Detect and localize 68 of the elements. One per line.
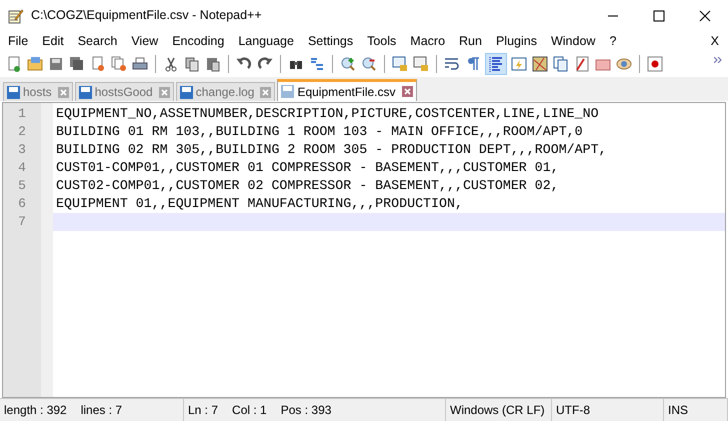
menu-item[interactable]: Settings bbox=[300, 32, 360, 50]
record-icon[interactable] bbox=[647, 56, 663, 72]
status-text: Pos : 393 bbox=[280, 402, 332, 419]
menu-item[interactable]: Language bbox=[231, 32, 301, 50]
code-line: EQUIPMENT_NO,ASSETNUMBER,DESCRIPTION,PICTURE,COSTCENTER,LINE,LINE_NO bbox=[55, 105, 600, 123]
code-line: BUILDING 01 RM 103,,BUILDING 1 ROOM 103 - MAIN OFFICE,,,ROOM/APT,0 bbox=[55, 123, 584, 141]
status-text: INS bbox=[668, 402, 688, 419]
code-line: EQUIPMENT 01,,EQUIPMENT MANUFACTURING,,,PRODUCTION, bbox=[55, 195, 464, 213]
close-icon[interactable] bbox=[699, 10, 711, 22]
line-number: 1 bbox=[18, 105, 26, 124]
menu-item[interactable]: ? bbox=[602, 32, 624, 50]
menu-item[interactable]: Encoding bbox=[165, 32, 232, 50]
window-title: C:\COGZ\EquipmentFile.csv - Notepad++ bbox=[31, 7, 262, 24]
undo-icon[interactable] bbox=[236, 56, 252, 72]
file-tab[interactable]: hostsGood bbox=[74, 82, 174, 101]
menu-item[interactable]: Window bbox=[544, 32, 602, 50]
zoom-out-icon[interactable] bbox=[361, 56, 377, 72]
eye-icon[interactable] bbox=[616, 56, 632, 72]
redo-icon[interactable] bbox=[257, 56, 273, 72]
file-tab[interactable]: hosts bbox=[3, 82, 73, 101]
new-file-icon[interactable] bbox=[6, 56, 22, 72]
menu-item[interactable]: Plugins bbox=[488, 32, 544, 50]
menu-item[interactable]: Macro bbox=[403, 32, 452, 50]
line-number: 2 bbox=[18, 123, 26, 142]
printer-icon[interactable] bbox=[132, 56, 148, 72]
maximize-icon[interactable] bbox=[653, 10, 665, 22]
function-list-icon[interactable] bbox=[574, 56, 590, 72]
menu-item[interactable]: Tools bbox=[360, 32, 404, 50]
line-number: 5 bbox=[18, 177, 26, 196]
zoom-in-icon[interactable] bbox=[340, 56, 356, 72]
save-all-icon[interactable] bbox=[69, 56, 85, 72]
line-number: 3 bbox=[18, 141, 26, 160]
window-lock-icon[interactable] bbox=[392, 56, 408, 72]
documents-icon[interactable] bbox=[553, 56, 569, 72]
file-tab[interactable]: EquipmentFile.csv bbox=[277, 79, 416, 101]
file-tab[interactable]: change.log bbox=[176, 82, 276, 101]
status-text: length : 392 bbox=[4, 402, 67, 419]
more-icon[interactable] bbox=[714, 57, 722, 63]
status-text: Ln : 7 bbox=[188, 402, 218, 419]
code-line: CUST01-COMP01,,CUSTOMER 01 COMPRESSOR - BASEMENT,,,CUSTOMER 01, bbox=[55, 159, 560, 177]
status-text: Windows (CR LF) bbox=[450, 402, 545, 419]
copy-icon[interactable] bbox=[184, 56, 200, 72]
status-text: lines : 7 bbox=[80, 402, 122, 419]
save-icon[interactable] bbox=[48, 56, 64, 72]
indent-guide-button[interactable] bbox=[485, 53, 507, 75]
line-number: 4 bbox=[18, 159, 26, 178]
wrap-icon[interactable] bbox=[444, 56, 460, 72]
menu-item[interactable]: Run bbox=[452, 32, 489, 50]
close-all-icon[interactable] bbox=[111, 56, 127, 72]
status-text: UTF-8 bbox=[556, 402, 590, 419]
window-lightning-icon[interactable] bbox=[511, 56, 527, 72]
menu-item[interactable]: Edit bbox=[35, 32, 71, 50]
close-document-button[interactable]: X bbox=[710, 32, 720, 50]
code-line: BUILDING 02 RM 305,,BUILDING 2 ROOM 305 - PRODUCTION DEPT,,,ROOM/APT, bbox=[55, 141, 608, 159]
pilcrow-icon[interactable] bbox=[465, 56, 481, 72]
line-number: 7 bbox=[18, 213, 26, 232]
close-tab-icon[interactable] bbox=[402, 86, 412, 97]
notepad-icon bbox=[8, 8, 24, 24]
menu-item[interactable]: View bbox=[124, 32, 166, 50]
status-text: Col : 1 bbox=[232, 402, 267, 419]
close-file-icon[interactable] bbox=[90, 56, 106, 72]
menu-item[interactable]: Search bbox=[70, 32, 124, 50]
scissors-icon[interactable] bbox=[163, 56, 179, 72]
paste-icon[interactable] bbox=[205, 56, 221, 72]
window-lock-icon[interactable] bbox=[413, 56, 429, 72]
code-line: CUST02-COMP01,,CUSTOMER 02 COMPRESSOR - BASEMENT,,,CUSTOMER 02, bbox=[55, 177, 560, 195]
menu-item[interactable]: File bbox=[1, 32, 36, 50]
line-number: 6 bbox=[18, 195, 26, 214]
